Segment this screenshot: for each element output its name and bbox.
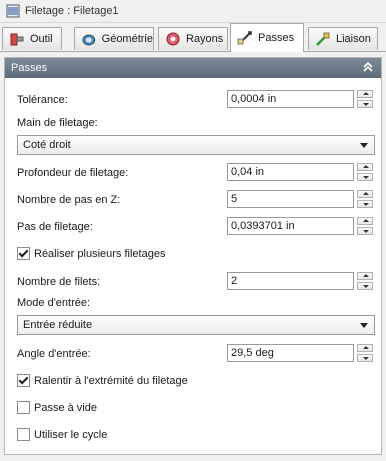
tab-label: Outil <box>30 33 53 45</box>
thread-icon <box>6 4 20 18</box>
arrow-down-icon <box>363 103 369 106</box>
checkbox-unchecked-icon[interactable] <box>17 428 30 441</box>
slow-end-checkbox[interactable]: Ralentir à l'extrémité du filetage <box>17 374 188 387</box>
tab-label: Géométrie <box>101 33 153 45</box>
arrow-up-icon <box>363 219 369 222</box>
collapse-icon[interactable] <box>361 60 375 74</box>
arrow-down-icon <box>363 203 369 206</box>
z-passes-input[interactable]: 5 <box>227 190 354 208</box>
spin-down-button[interactable] <box>357 173 373 181</box>
tolerance-input[interactable]: 0,0004 in <box>227 90 354 108</box>
thread-pitch-label: Pas de filetage: <box>17 221 93 233</box>
use-cycle-label: Utiliser le cycle <box>34 428 108 441</box>
tab-rayons[interactable]: Rayons <box>158 27 228 50</box>
tolerance-label: Tolérance: <box>17 94 68 106</box>
linking-icon <box>316 32 330 46</box>
checkbox-checked-icon[interactable] <box>17 374 30 387</box>
window-title: Filetage : Filetage1 <box>25 5 119 17</box>
tab-label: Liaison <box>336 33 371 45</box>
infeed-angle-spinner: 29,5 deg <box>227 344 375 362</box>
spring-pass-label: Passe à vide <box>34 401 97 414</box>
thread-depth-spinner: 0,04 in <box>227 163 375 181</box>
infeed-angle-label: Angle d'entrée: <box>17 348 91 360</box>
slow-end-label: Ralentir à l'extrémité du filetage <box>34 374 188 387</box>
spin-down-button[interactable] <box>357 100 373 108</box>
tolerance-spinner: 0,0004 in <box>227 90 375 108</box>
thread-hand-value: Coté droit <box>23 139 71 151</box>
arrow-down-icon <box>363 285 369 288</box>
spin-down-button[interactable] <box>357 227 373 235</box>
radii-icon <box>166 32 180 46</box>
thread-count-spinner: 2 <box>227 272 375 290</box>
tab-liaison[interactable]: Liaison <box>308 27 378 50</box>
multiple-threads-label: Réaliser plusieurs filetages <box>34 247 166 260</box>
spin-down-button[interactable] <box>357 200 373 208</box>
spin-up-button[interactable] <box>357 272 373 280</box>
thread-pitch-spinner: 0,0393701 in <box>227 217 375 235</box>
z-passes-spinner: 5 <box>227 190 375 208</box>
tab-outil[interactable]: Outil <box>2 27 62 50</box>
infeed-angle-spin-arrows <box>357 344 373 362</box>
geometry-icon <box>82 34 96 46</box>
spin-down-button[interactable] <box>357 282 373 290</box>
arrow-up-icon <box>363 346 369 349</box>
arrow-up-icon <box>363 274 369 277</box>
thread-hand-select[interactable]: Coté droit <box>17 135 375 155</box>
passes-icon <box>237 31 252 45</box>
infeed-mode-label: Mode d'entrée: <box>17 297 91 309</box>
thread-pitch-input[interactable]: 0,0393701 in <box>227 217 354 235</box>
spin-down-button[interactable] <box>357 354 373 362</box>
arrow-up-icon <box>363 92 369 95</box>
spin-up-button[interactable] <box>357 90 373 98</box>
checkbox-unchecked-icon[interactable] <box>17 401 30 414</box>
thread-depth-input[interactable]: 0,04 in <box>227 163 354 181</box>
infeed-mode-select[interactable]: Entrée réduite <box>17 315 375 335</box>
chevron-down-icon <box>360 323 368 328</box>
arrow-up-icon <box>363 165 369 168</box>
thread-depth-label: Profondeur de filetage: <box>17 167 129 179</box>
tab-bar: Outil Géométrie Rayons Passes Liaison <box>0 22 386 52</box>
spin-up-button[interactable] <box>357 344 373 352</box>
tab-label: Rayons <box>186 33 224 45</box>
infeed-mode-value: Entrée réduite <box>23 319 93 331</box>
chevron-down-icon <box>360 143 368 148</box>
thread-count-spin-arrows <box>357 272 373 290</box>
tool-icon <box>10 33 24 46</box>
arrow-down-icon <box>363 176 369 179</box>
spring-pass-checkbox[interactable]: Passe à vide <box>17 401 97 414</box>
z-passes-label: Nombre de pas en Z: <box>17 194 121 206</box>
spin-up-button[interactable] <box>357 163 373 171</box>
thread-pitch-spin-arrows <box>357 217 373 235</box>
thread-hand-label: Main de filetage: <box>17 117 98 129</box>
use-cycle-checkbox[interactable]: Utiliser le cycle <box>17 428 107 441</box>
window-titlebar: Filetage : Filetage1 <box>0 0 386 23</box>
arrow-down-icon <box>363 230 369 233</box>
thread-count-input[interactable]: 2 <box>227 272 354 290</box>
thread-count-label: Nombre de filets: <box>17 276 101 288</box>
tab-geometrie[interactable]: Géométrie <box>74 27 154 50</box>
spin-up-button[interactable] <box>357 190 373 198</box>
tab-passes[interactable]: Passes <box>230 23 304 52</box>
spin-up-button[interactable] <box>357 217 373 225</box>
panel-title: Passes <box>11 62 48 74</box>
tab-label: Passes <box>258 32 295 44</box>
infeed-angle-input[interactable]: 29,5 deg <box>227 344 354 362</box>
panel-header[interactable]: Passes <box>5 58 381 78</box>
arrow-down-icon <box>363 357 369 360</box>
tolerance-spin-arrows <box>357 90 373 108</box>
multiple-threads-checkbox[interactable]: Réaliser plusieurs filetages <box>17 247 165 260</box>
checkbox-checked-icon[interactable] <box>17 247 30 260</box>
passes-panel: Passes Tolérance: 0,0004 in Main de file… <box>4 57 382 455</box>
thread-depth-spin-arrows <box>357 163 373 181</box>
z-passes-spin-arrows <box>357 190 373 208</box>
arrow-up-icon <box>363 192 369 195</box>
